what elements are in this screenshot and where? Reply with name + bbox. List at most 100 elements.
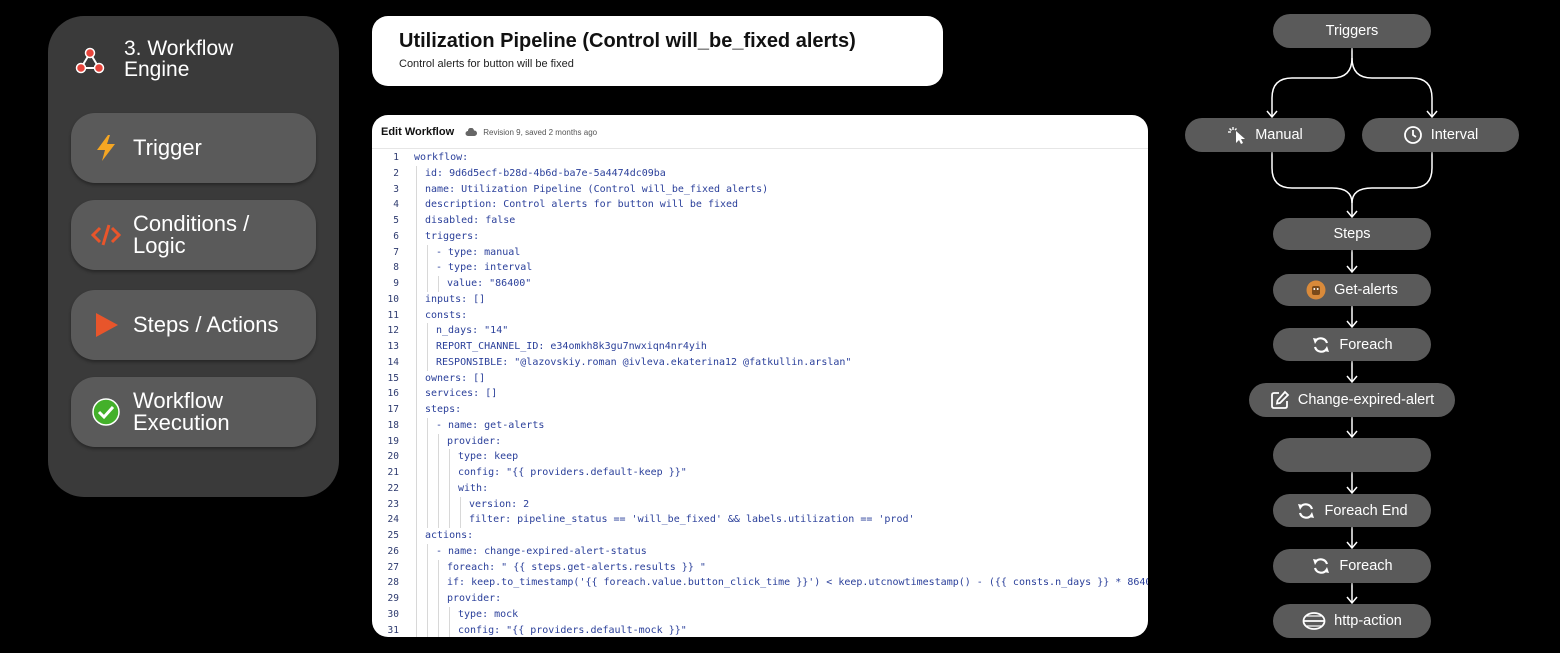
sidebar-item-label: Steps / Actions xyxy=(133,312,279,337)
line-number: 5 xyxy=(393,215,399,226)
indent-guide xyxy=(416,512,417,528)
indent-guide xyxy=(416,591,417,607)
code-line[interactable]: 9 value: "86400" xyxy=(372,276,1148,292)
node-empty[interactable] xyxy=(1273,438,1431,472)
node-change-expired-alert[interactable]: Change-expired-alert xyxy=(1249,383,1455,417)
code-line[interactable]: 7 - type: manual xyxy=(372,244,1148,261)
code-line[interactable]: 18 - name: get-alerts xyxy=(372,417,1148,434)
node-label: Change-expired-alert xyxy=(1297,392,1435,408)
indent-guide xyxy=(416,197,417,213)
refresh-icon xyxy=(1298,502,1315,519)
indent-guide xyxy=(427,606,428,623)
indent-guide xyxy=(427,354,428,371)
line-number: 3 xyxy=(393,183,399,195)
indent-guide xyxy=(416,575,417,591)
code-line[interactable]: 25 actions: xyxy=(372,528,1148,544)
sidebar-item-trigger[interactable]: Trigger xyxy=(71,113,316,183)
play-icon xyxy=(96,313,118,337)
sidebar-item-label: Workflow Execution xyxy=(133,388,230,435)
refresh-icon xyxy=(1313,336,1330,353)
indent-guide xyxy=(427,496,428,513)
sidebar-item-label: Conditions / Logic xyxy=(133,211,250,258)
code-line[interactable]: 13 REPORT_CHANNEL_ID: e34omkh8k3gu7nwxiqn… xyxy=(372,339,1148,355)
indent-guide xyxy=(449,606,450,623)
code-line[interactable]: 3 name: Utilization Pipeline (Control wil… xyxy=(372,181,1148,198)
indent-guide xyxy=(449,480,450,497)
code-line[interactable]: 10 inputs: [] xyxy=(372,291,1148,308)
indent-guide xyxy=(449,622,450,637)
sidebar-item-steps[interactable]: Steps / Actions xyxy=(71,290,316,360)
indent-guide xyxy=(427,276,428,292)
code-line[interactable]: 20 type: keep xyxy=(372,449,1148,465)
indent-guide xyxy=(416,307,417,324)
code-line[interactable]: 5 disabled: false xyxy=(372,213,1148,229)
line-number: 23 xyxy=(387,498,399,510)
line-text: inputs: [] xyxy=(425,293,486,305)
code-line[interactable]: 26 - name: change-expired-alert-status xyxy=(372,543,1148,560)
editor-header: Edit Workflow Revision 9, saved 2 months… xyxy=(381,126,597,142)
line-text: provider: xyxy=(447,593,502,604)
sidebar-item-execution[interactable]: Workflow Execution xyxy=(71,377,316,447)
code-icon xyxy=(91,224,121,246)
code-line[interactable]: 4 description: Control alerts for button … xyxy=(372,197,1148,213)
node-foreach-end[interactable]: Foreach End xyxy=(1273,494,1431,527)
node-foreach-2[interactable]: Foreach xyxy=(1273,549,1431,583)
indent-guide xyxy=(460,496,461,513)
node-http-action[interactable]: http-action xyxy=(1273,604,1431,638)
line-number: 17 xyxy=(387,404,399,415)
node-label: Manual xyxy=(1255,127,1303,143)
node-get-alerts[interactable]: Get-alerts xyxy=(1273,274,1431,306)
code-line[interactable]: 8 - type: interval xyxy=(372,260,1148,276)
code-line[interactable]: 17 steps: xyxy=(372,402,1148,418)
indent-guide xyxy=(438,559,439,576)
node-foreach[interactable]: Foreach xyxy=(1273,328,1431,361)
node-interval[interactable]: Interval xyxy=(1362,118,1519,152)
node-manual[interactable]: Manual xyxy=(1185,118,1345,152)
code-line[interactable]: 31 config: "{{ providers.default-mock }}" xyxy=(372,622,1148,637)
code-line[interactable]: 6 triggers: xyxy=(372,228,1148,245)
indent-guide xyxy=(438,606,439,623)
indent-guide xyxy=(416,433,417,450)
code-line[interactable]: 28 if: keep.to_timestamp('{{ foreach.valu… xyxy=(372,575,1148,591)
line-number: 14 xyxy=(387,356,399,368)
code-line[interactable]: 1 workflow: xyxy=(372,150,1148,166)
line-text: provider: xyxy=(447,435,502,447)
code-line[interactable]: 16 services: [] xyxy=(372,386,1148,402)
indent-guide xyxy=(427,543,428,560)
code-line[interactable]: 21 config: "{{ providers.default-keep }}" xyxy=(372,465,1148,481)
code-line[interactable]: 24 filter: pipeline_status == 'will_be_fi… xyxy=(372,512,1148,528)
cursor-click-icon xyxy=(1228,127,1246,144)
node-label: Get-alerts xyxy=(1334,282,1398,298)
code-line[interactable]: 19 provider: xyxy=(372,433,1148,450)
code-line[interactable]: 22 with: xyxy=(372,480,1148,497)
node-label: Steps xyxy=(1333,226,1371,242)
indent-guide xyxy=(427,449,428,465)
indent-guide xyxy=(416,339,417,355)
code-line[interactable]: 23 version: 2 xyxy=(372,496,1148,513)
indent-guide xyxy=(449,496,450,513)
indent-guide xyxy=(427,591,428,607)
line-number: 8 xyxy=(393,262,399,274)
node-triggers[interactable]: Triggers xyxy=(1273,14,1431,48)
code-line[interactable]: 2 id: 9d6d5ecf-b28d-4b6d-ba7e-5a4474dc09b… xyxy=(372,165,1148,182)
line-text: workflow: xyxy=(414,152,469,163)
code-line[interactable]: 30 type: mock xyxy=(372,606,1148,623)
node-steps[interactable]: Steps xyxy=(1273,218,1431,250)
code-line[interactable]: 11 consts: xyxy=(372,307,1148,324)
code-line[interactable]: 14 RESPONSIBLE: "@lazovskiy.roman @ivleva… xyxy=(372,354,1148,371)
code-line[interactable]: 12 n_days: "14" xyxy=(372,323,1148,339)
sidebar-item-conditions[interactable]: Conditions / Logic xyxy=(71,200,316,270)
line-number: 1 xyxy=(393,152,399,163)
code-line[interactable]: 15 owners: [] xyxy=(372,370,1148,387)
line-text: - name: change-expired-alert-status xyxy=(436,545,647,557)
workflow-nodes-icon xyxy=(75,47,105,74)
line-text: with: xyxy=(458,482,489,494)
indent-guide xyxy=(416,528,417,544)
indent-guide xyxy=(416,276,417,292)
indent-guide xyxy=(416,480,417,497)
indent-guide xyxy=(416,449,417,465)
code-line[interactable]: 27 foreach: " {{ steps.get-alerts.results… xyxy=(372,559,1148,576)
code-line[interactable]: 29 provider: xyxy=(372,591,1148,607)
edit-icon xyxy=(1270,390,1290,409)
indent-guide xyxy=(438,433,439,450)
